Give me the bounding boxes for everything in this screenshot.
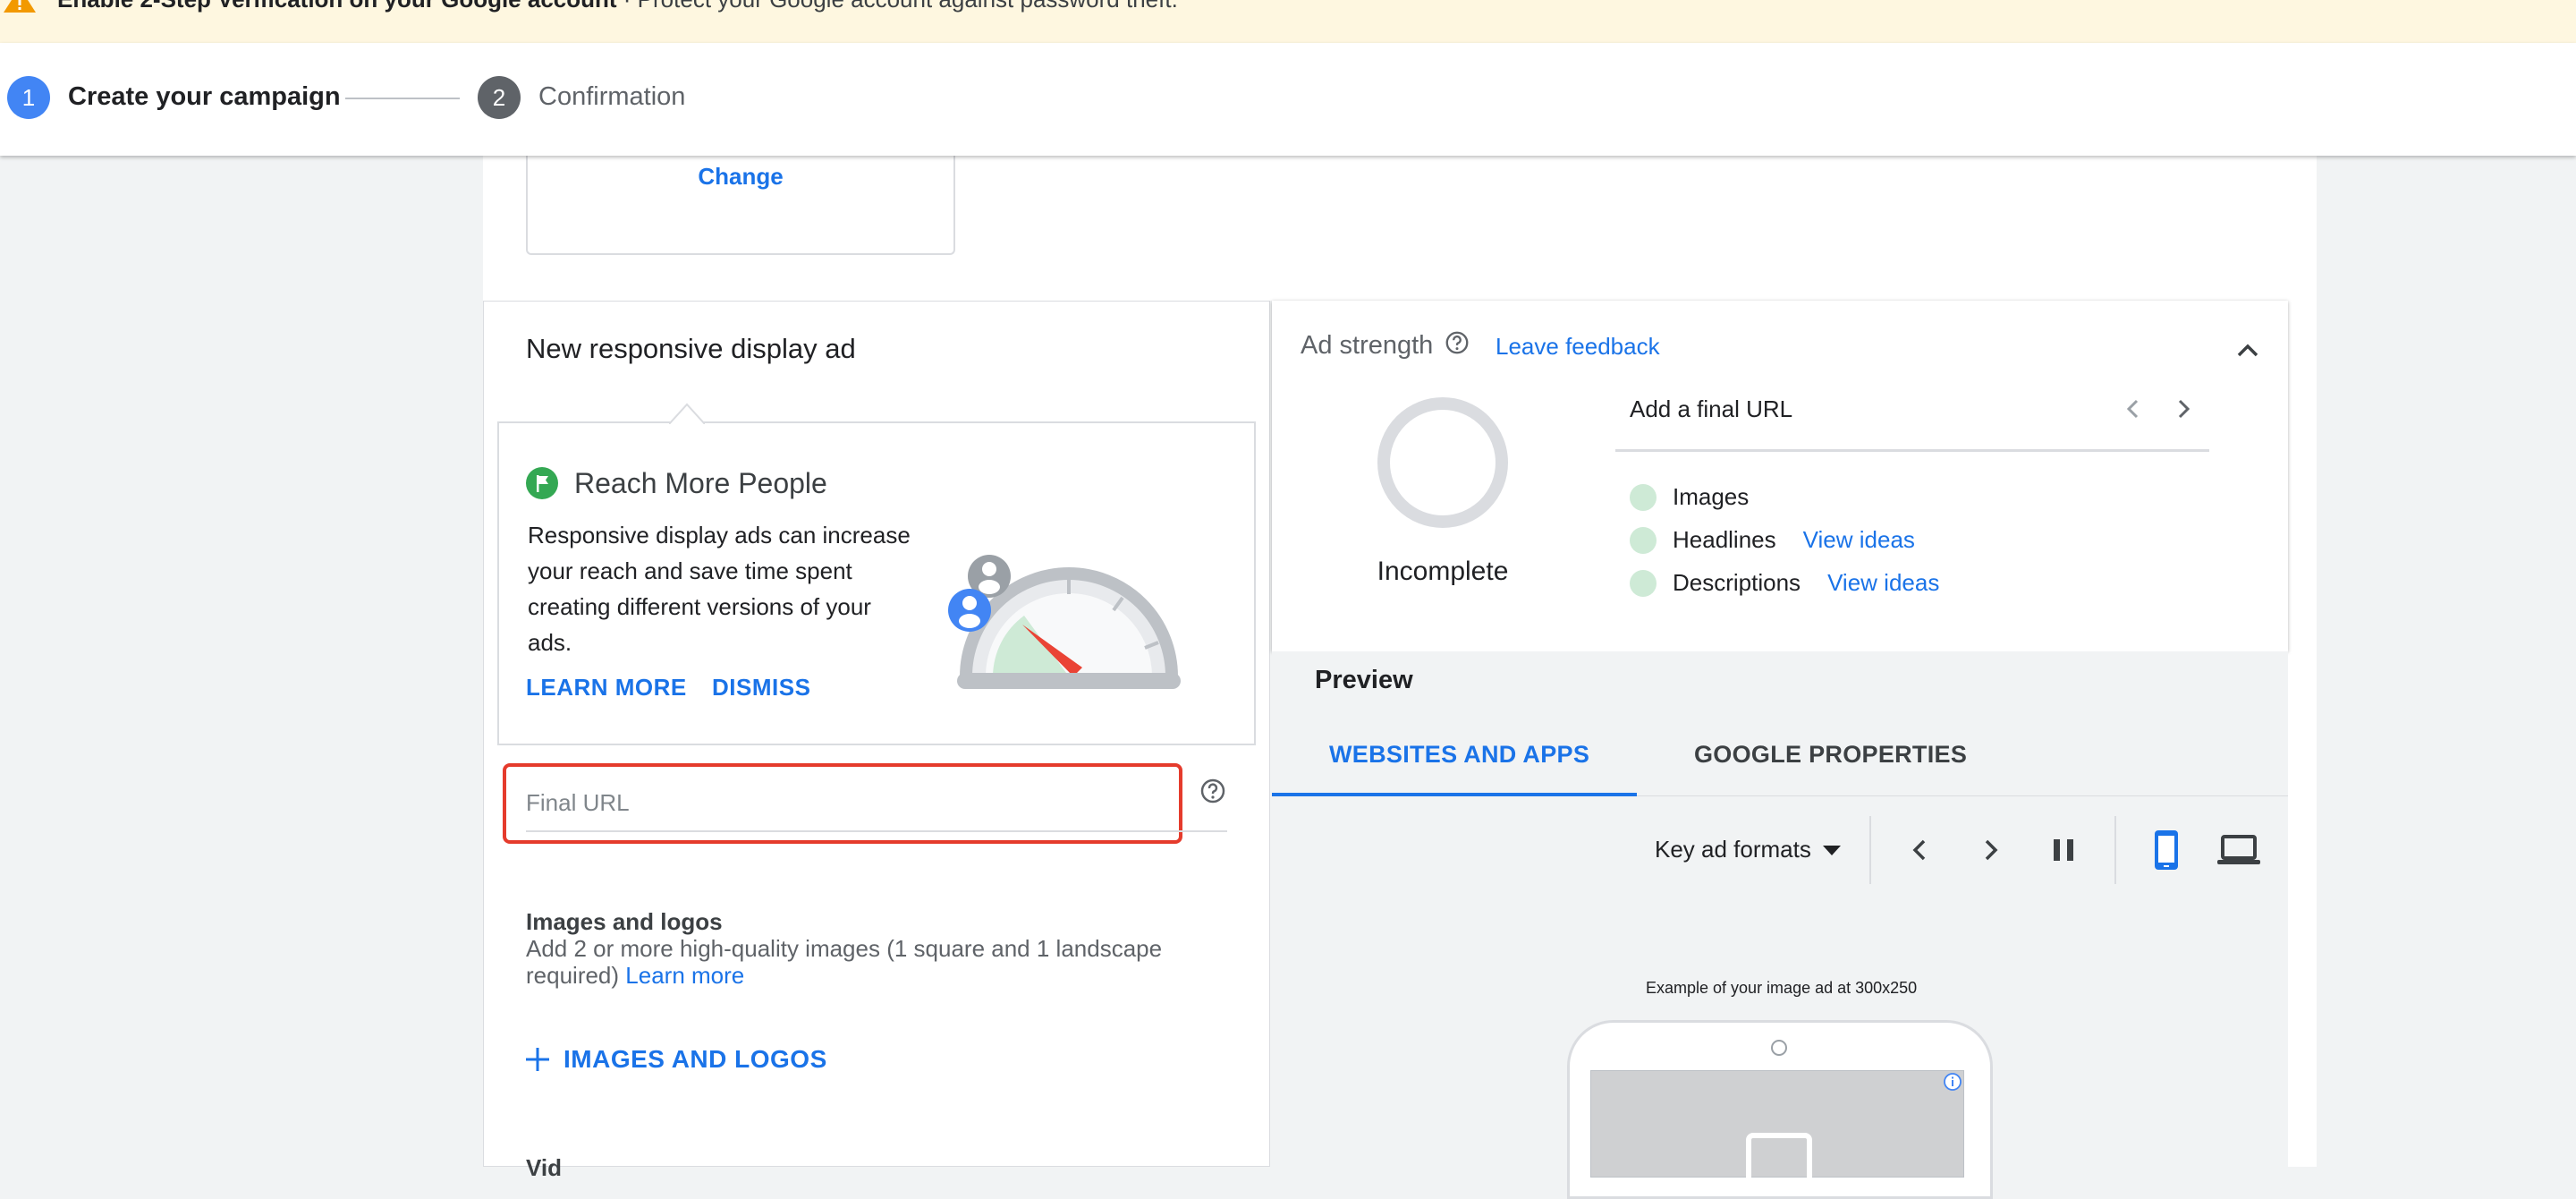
chevron-up-icon[interactable]	[2233, 336, 2263, 363]
caret-up-icon	[669, 403, 705, 424]
add-images-label: IMAGES AND LOGOS	[564, 1045, 827, 1073]
images-learn-more-link[interactable]: Learn more	[625, 962, 744, 989]
mobile-device-icon[interactable]	[2150, 829, 2182, 872]
chevron-left-icon[interactable]	[1905, 834, 1934, 866]
step-2-label[interactable]: Confirmation	[538, 82, 685, 112]
ad-formats-dropdown[interactable]: Key ad formats	[1655, 836, 1842, 863]
campaign-stepper: 1 Create your campaign 2 Confirmation	[0, 43, 2576, 156]
previous-selection-card: Change	[526, 156, 955, 255]
dropdown-arrow-icon	[1822, 845, 1841, 855]
ad-form-title: New responsive display ad	[526, 333, 856, 364]
checklist-item-descriptions: Descriptions View ideas	[1630, 569, 1939, 597]
ad-strength-hint: Add a final URL	[1630, 395, 1793, 422]
tab-websites-and-apps[interactable]: WEBSITES AND APPS	[1329, 741, 1589, 769]
banner-message: · Protect your Google account against pa…	[623, 0, 1178, 13]
banner-title[interactable]: Enable 2-Step Verification on your Googl…	[57, 0, 617, 13]
active-tab-indicator	[1272, 793, 1637, 796]
checklist-item-headlines: Headlines View ideas	[1630, 526, 1915, 554]
banner-text: Enable 2-Step Verification on your Googl…	[57, 0, 1178, 13]
descriptions-view-ideas-link[interactable]: View ideas	[1827, 569, 1939, 597]
info-icon	[1944, 1073, 1962, 1091]
step-connector	[345, 98, 460, 99]
ad-strength-status: Incomplete	[1377, 557, 1509, 586]
learn-more-button[interactable]: LEARN MORE	[526, 674, 687, 702]
headlines-view-ideas-link[interactable]: View ideas	[1803, 526, 1915, 554]
step-1-number[interactable]: 1	[7, 76, 50, 119]
ad-formats-value: Key ad formats	[1655, 836, 1811, 863]
ad-strength-title: Ad strength	[1301, 331, 1434, 360]
flag-icon	[526, 467, 558, 499]
controls-separator	[1869, 816, 1871, 884]
chevron-right-icon[interactable]	[1977, 834, 2005, 866]
step-1-label[interactable]: Create your campaign	[68, 82, 341, 112]
promo-title: Reach More People	[574, 467, 827, 499]
controls-separator	[2114, 816, 2116, 884]
checklist-status-icon	[1630, 569, 1657, 597]
warning-icon	[4, 0, 36, 13]
checklist-status-icon	[1630, 526, 1657, 554]
checklist-label: Headlines	[1673, 526, 1776, 553]
images-section-description: Add 2 or more high-quality images (1 squ…	[526, 935, 1206, 989]
checklist-label: Descriptions	[1673, 569, 1801, 596]
content-panel-edge	[2288, 301, 2317, 1167]
step-2-number[interactable]: 2	[478, 76, 521, 119]
dismiss-button[interactable]: DISMISS	[712, 674, 810, 702]
final-url-input[interactable]: Final URL	[526, 789, 630, 817]
tab-google-properties[interactable]: GOOGLE PROPERTIES	[1694, 741, 1967, 769]
add-images-button[interactable]: IMAGES AND LOGOS	[524, 1045, 827, 1074]
images-section-title: Images and logos	[526, 908, 723, 935]
checklist-item-images: Images	[1630, 483, 1749, 511]
help-icon[interactable]	[1199, 777, 1227, 805]
hint-divider	[1615, 449, 2209, 452]
images-description-text: Add 2 or more high-quality images (1 squ…	[526, 935, 1163, 989]
videos-section-title: Vid	[526, 1154, 562, 1181]
chevron-right-icon[interactable]	[2170, 394, 2197, 424]
checklist-label: Images	[1673, 483, 1750, 510]
change-link[interactable]: Change	[528, 163, 953, 191]
help-icon[interactable]	[1444, 329, 1470, 356]
reach-gauge-illustration	[948, 555, 1181, 689]
pause-icon[interactable]	[2048, 834, 2079, 866]
leave-feedback-link[interactable]: Leave feedback	[1496, 333, 1660, 361]
image-placeholder-icon	[1746, 1133, 1812, 1186]
chevron-left-icon[interactable]	[2120, 394, 2147, 424]
checklist-status-icon	[1630, 483, 1657, 511]
promo-body: Responsive display ads can increase your…	[528, 522, 911, 656]
preview-title: Preview	[1315, 666, 1413, 694]
plus-icon	[526, 1048, 549, 1071]
phone-camera	[1771, 1040, 1787, 1056]
preview-caption: Example of your image ad at 300x250	[1646, 979, 1918, 997]
desktop-device-icon[interactable]	[2216, 832, 2261, 868]
final-url-underline	[526, 830, 1227, 832]
verification-banner: Enable 2-Step Verification on your Googl…	[0, 0, 2576, 43]
ad-strength-meter	[1377, 397, 1508, 528]
